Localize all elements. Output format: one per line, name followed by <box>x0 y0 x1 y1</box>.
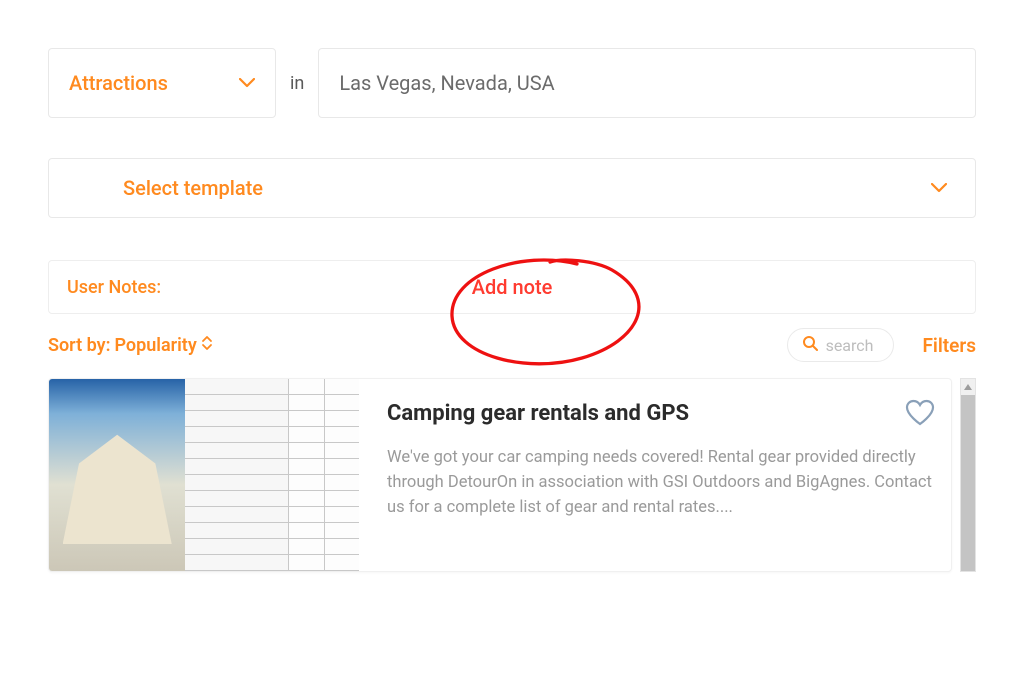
search-icon <box>802 335 818 355</box>
user-notes-label: User Notes: <box>67 277 161 298</box>
favorite-button[interactable] <box>905 399 935 430</box>
add-note-button[interactable]: Add note <box>472 275 553 299</box>
category-select[interactable]: Attractions <box>48 48 276 118</box>
search-criteria-row: Attractions in Las Vegas, Nevada, USA <box>48 48 976 118</box>
in-label: in <box>290 73 304 94</box>
scrollbar[interactable] <box>960 378 976 572</box>
search-label: search <box>826 336 874 355</box>
template-select-label: Select template <box>123 176 263 200</box>
result-card[interactable]: Camping gear rentals and GPS We've got y… <box>48 378 952 572</box>
results-list: Camping gear rentals and GPS We've got y… <box>48 378 976 572</box>
location-value: Las Vegas, Nevada, USA <box>339 71 554 95</box>
scroll-up-arrow-icon[interactable] <box>961 379 975 395</box>
category-select-label: Attractions <box>69 71 168 95</box>
chevron-down-icon <box>239 78 255 88</box>
sort-by-toggle[interactable]: Sort by: Popularity <box>48 335 213 356</box>
sort-by-prefix: Sort by: <box>48 335 110 356</box>
list-controls-row: Sort by: Popularity search Filters <box>48 328 976 362</box>
scrollbar-thumb[interactable] <box>961 395 975 571</box>
result-title: Camping gear rentals and GPS <box>387 401 933 426</box>
location-input[interactable]: Las Vegas, Nevada, USA <box>318 48 976 118</box>
user-notes-row: User Notes: Add note <box>48 260 976 314</box>
result-description: We've got your car camping needs covered… <box>387 446 933 520</box>
search-button[interactable]: search <box>787 328 895 362</box>
template-select[interactable]: Select template <box>48 158 976 218</box>
filters-button[interactable]: Filters <box>922 334 976 357</box>
chevron-down-icon <box>931 183 947 193</box>
sort-by-value: Popularity <box>114 335 196 356</box>
result-thumbnail <box>49 379 359 571</box>
sort-arrows-icon <box>201 335 213 356</box>
